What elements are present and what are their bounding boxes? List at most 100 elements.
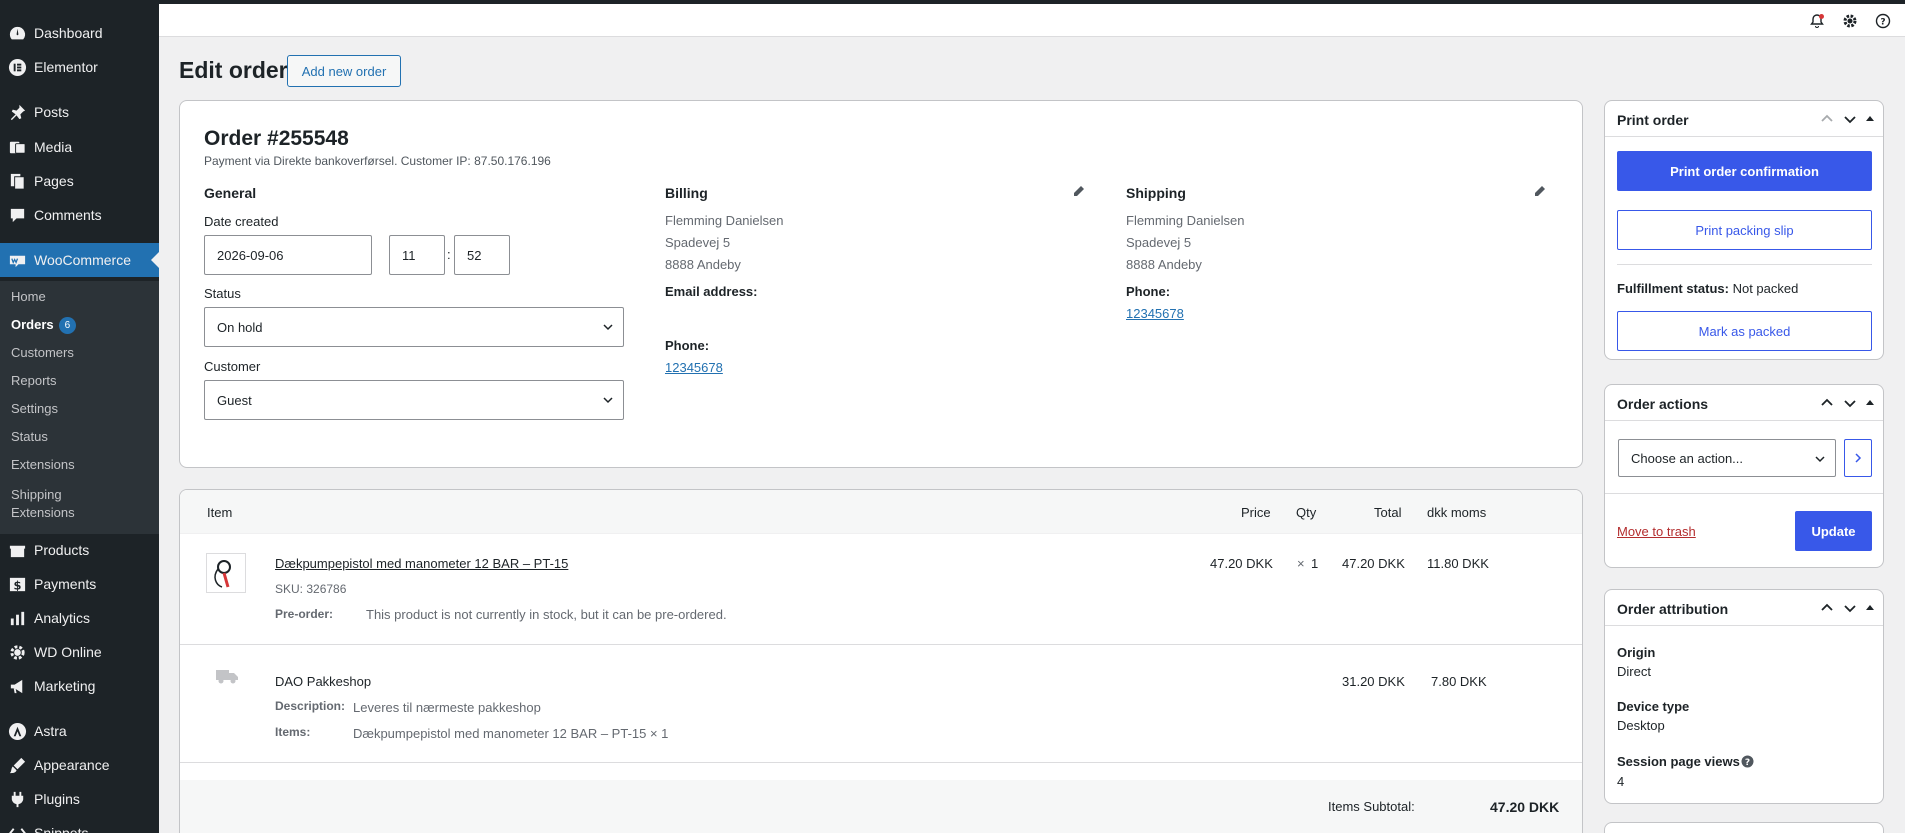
collapse-triangle-icon[interactable] — [1863, 112, 1877, 126]
menu-label: Dashboard — [34, 25, 103, 41]
chevron-up-icon[interactable] — [1820, 601, 1834, 615]
status-select[interactable]: On hold — [204, 307, 624, 347]
minute-input[interactable]: 52 — [454, 235, 510, 275]
qty-times: × — [1297, 556, 1305, 571]
submenu-extensions[interactable]: Extensions — [11, 456, 75, 474]
gear-icon — [0, 643, 34, 662]
menu-elementor[interactable]: Elementor — [0, 56, 159, 78]
menu-astra[interactable]: Astra — [0, 720, 159, 742]
chevron-right-icon — [1855, 453, 1862, 463]
comments-icon — [0, 206, 34, 225]
mark-as-packed-button[interactable]: Mark as packed — [1617, 311, 1872, 351]
items-subtotal-label: Items Subtotal: — [1328, 799, 1415, 814]
collapse-triangle-icon[interactable] — [1863, 601, 1877, 615]
totals-section: Items Subtotal: 47.20 DKK — [180, 780, 1582, 833]
menu-products[interactable]: Products — [0, 539, 159, 561]
chevron-down-icon — [603, 324, 613, 331]
astra-icon — [0, 722, 34, 741]
menu-label: Pages — [34, 173, 74, 189]
fulfillment-label: Fulfillment status: — [1617, 281, 1729, 296]
menu-appearance[interactable]: Appearance — [0, 754, 159, 776]
chevron-down-icon[interactable] — [1843, 396, 1857, 410]
notification-icon[interactable] — [1809, 13, 1825, 29]
general-heading: General — [204, 185, 257, 201]
menu-snippets[interactable]: Snippets — [0, 822, 159, 833]
row-divider — [180, 644, 1582, 645]
submenu-home[interactable]: Home — [11, 288, 46, 306]
customer-select[interactable]: Guest — [204, 380, 624, 420]
menu-label: WooCommerce — [34, 252, 131, 268]
submenu-shipping-extensions[interactable]: Shipping Extensions — [11, 486, 91, 522]
fulfillment-value: Not packed — [1732, 281, 1799, 296]
menu-marketing[interactable]: Marketing — [0, 675, 159, 697]
menu-label: Comments — [34, 207, 102, 223]
menu-payments[interactable]: $ Payments — [0, 573, 159, 595]
menu-posts[interactable]: Posts — [0, 101, 159, 123]
shipping-address: Flemming Danielsen Spadevej 5 8888 Andeb… — [1126, 210, 1245, 276]
truck-icon — [216, 670, 238, 684]
order-details-panel: Order #255548 Payment via Direkte bankov… — [179, 100, 1583, 468]
shipping-items-label: Items: — [275, 725, 311, 739]
submenu-settings[interactable]: Settings — [11, 400, 58, 418]
col-qty: Qty — [1296, 505, 1317, 520]
gear-icon[interactable] — [1842, 13, 1858, 29]
menu-analytics[interactable]: Analytics — [0, 607, 159, 629]
brush-icon — [0, 756, 34, 775]
payments-icon: $ — [0, 575, 34, 594]
submenu-reports[interactable]: Reports — [11, 372, 57, 390]
shipping-heading: Shipping — [1126, 185, 1186, 201]
order-action-select[interactable]: Choose an action... — [1618, 439, 1836, 477]
collapse-triangle-icon[interactable] — [1863, 396, 1877, 410]
billing-street: Spadevej 5 — [665, 235, 731, 250]
shipping-items: Dækpumpepistol med manometer 12 BAR – PT… — [353, 726, 669, 741]
origin-label: Origin — [1617, 645, 1656, 660]
menu-dashboard[interactable]: Dashboard — [0, 22, 159, 44]
add-new-order-button[interactable]: Add new order — [287, 55, 401, 87]
pages-icon — [0, 172, 34, 191]
submenu-status[interactable]: Status — [11, 428, 48, 446]
shipping-phone-link[interactable]: 12345678 — [1126, 303, 1184, 325]
chevron-down-icon[interactable] — [1843, 112, 1857, 126]
menu-woocommerce[interactable]: WooCommerce — [0, 243, 160, 277]
menu-comments[interactable]: Comments — [0, 204, 159, 226]
menu-plugins[interactable]: Plugins — [0, 788, 159, 810]
edit-billing-pencil-icon[interactable] — [1073, 185, 1085, 197]
chevron-up-icon[interactable] — [1820, 396, 1834, 410]
divider — [1617, 264, 1872, 265]
chevron-up-icon[interactable] — [1820, 112, 1834, 126]
update-button[interactable]: Update — [1795, 511, 1872, 551]
date-created-input[interactable]: 2026-09-06 — [204, 235, 372, 275]
shipping-desc-label: Description: — [275, 699, 346, 713]
print-packing-slip-button[interactable]: Print packing slip — [1617, 210, 1872, 250]
help-icon[interactable]: ? — [1741, 755, 1754, 768]
status-value: On hold — [217, 319, 263, 335]
plugin-icon — [0, 790, 34, 809]
products-icon — [0, 541, 34, 560]
move-to-trash-link[interactable]: Move to trash — [1617, 524, 1696, 539]
menu-media[interactable]: Media — [0, 136, 159, 158]
divider — [1605, 493, 1883, 494]
hour-input[interactable]: 11 — [389, 235, 445, 275]
menu-wd-online[interactable]: WD Online — [0, 641, 159, 663]
submenu-customers[interactable]: Customers — [11, 344, 74, 362]
apply-action-button[interactable] — [1844, 439, 1872, 477]
box-header: Print order — [1605, 101, 1883, 137]
menu-pages[interactable]: Pages — [0, 170, 159, 192]
print-order-box: Print order Print order confirmation Pri… — [1604, 100, 1884, 360]
svg-text:?: ? — [1745, 758, 1750, 768]
billing-phone-link[interactable]: 12345678 — [665, 357, 723, 379]
shipping-desc: Leveres til nærmeste pakkeshop — [353, 700, 541, 715]
print-order-confirmation-button[interactable]: Print order confirmation — [1617, 151, 1872, 191]
woocommerce-submenu: Home Orders 6 Customers Reports Settings … — [0, 281, 159, 534]
pin-icon — [0, 103, 34, 122]
preorder-text: This product is not currently in stock, … — [366, 607, 727, 622]
help-icon[interactable]: ? — [1875, 13, 1891, 29]
menu-label: Snippets — [34, 825, 89, 833]
submenu-orders[interactable]: Orders 6 — [11, 316, 77, 334]
col-item: Item — [207, 505, 233, 520]
edit-shipping-pencil-icon[interactable] — [1534, 185, 1546, 197]
chevron-down-icon[interactable] — [1843, 601, 1857, 615]
product-name-link[interactable]: Dækpumpepistol med manometer 12 BAR – PT… — [275, 556, 568, 571]
menu-label: Appearance — [34, 757, 110, 773]
session-views-value: 4 — [1617, 774, 1625, 789]
